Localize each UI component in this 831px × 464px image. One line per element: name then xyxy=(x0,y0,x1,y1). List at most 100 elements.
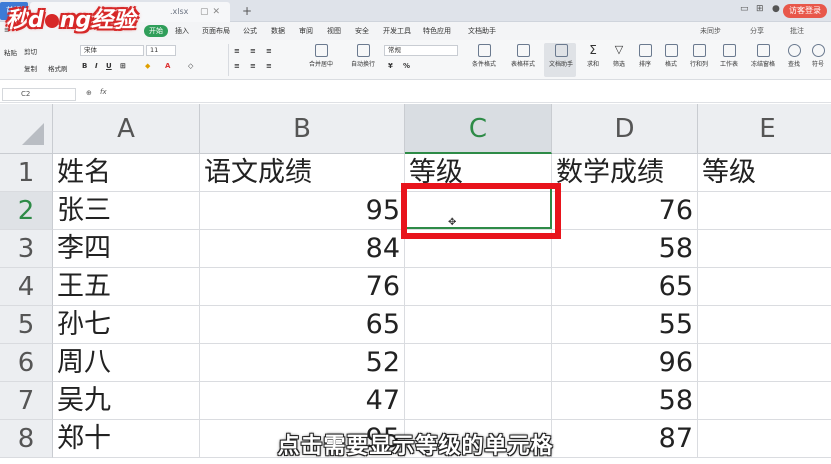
align-bottom-icon[interactable]: ≡ xyxy=(266,47,272,55)
wrap-text-button[interactable]: 自动换行 xyxy=(344,44,382,68)
menu-item-doc-helper[interactable]: 文档助手 xyxy=(468,26,496,36)
row-header-2[interactable]: 2 xyxy=(0,192,53,230)
cell-b1[interactable]: 语文成绩 xyxy=(200,154,405,192)
cell-e5[interactable] xyxy=(698,306,831,344)
freeze-panes-button[interactable]: 冻结窗格 xyxy=(746,44,780,68)
column-header-b[interactable]: B xyxy=(200,104,405,154)
cell-e4[interactable] xyxy=(698,268,831,306)
row-header-4[interactable]: 4 xyxy=(0,268,53,306)
clear-icon[interactable]: ◇ xyxy=(188,62,193,70)
cell-d6[interactable]: 96 xyxy=(552,344,698,382)
font-size-select[interactable]: 11 xyxy=(146,45,176,56)
column-header-c[interactable]: C xyxy=(405,104,552,154)
cell-c7[interactable] xyxy=(405,382,552,420)
cell-c4[interactable] xyxy=(405,268,552,306)
find-button[interactable]: 查找 xyxy=(782,44,806,68)
cell-e7[interactable] xyxy=(698,382,831,420)
menu-item-data[interactable]: 数据 xyxy=(271,26,285,36)
cell-b2[interactable]: 95 xyxy=(200,192,405,230)
layout-icon[interactable]: ▭ xyxy=(740,4,749,14)
fill-color-icon[interactable]: ◆ xyxy=(145,62,150,70)
cell-a2[interactable]: 张三 xyxy=(53,192,200,230)
align-top-icon[interactable]: ≡ xyxy=(234,47,240,55)
select-all-corner[interactable] xyxy=(0,104,53,154)
cell-a5[interactable]: 孙七 xyxy=(53,306,200,344)
cell-c6[interactable] xyxy=(405,344,552,382)
cell-b5[interactable]: 65 xyxy=(200,306,405,344)
cell-b3[interactable]: 84 xyxy=(200,230,405,268)
menu-item-security[interactable]: 安全 xyxy=(355,26,369,36)
copy-button[interactable]: 复制 xyxy=(24,63,37,73)
cell-e6[interactable] xyxy=(698,344,831,382)
table-style-button[interactable]: 表格样式 xyxy=(504,44,542,68)
cell-a7[interactable]: 吴九 xyxy=(53,382,200,420)
number-format-select[interactable]: 常规 xyxy=(384,45,458,56)
cell-d2[interactable]: 76 xyxy=(552,192,698,230)
share-button[interactable]: 分享 xyxy=(750,26,764,36)
cell-d7[interactable]: 58 xyxy=(552,382,698,420)
cell-a4[interactable]: 王五 xyxy=(53,268,200,306)
cell-a3[interactable]: 李四 xyxy=(53,230,200,268)
filter-button[interactable]: ▽ 筛选 xyxy=(606,44,632,69)
column-header-d[interactable]: D xyxy=(552,104,698,154)
zoom-icon[interactable]: ⊕ xyxy=(86,89,92,97)
menu-item-review[interactable]: 审阅 xyxy=(299,26,313,36)
format-button[interactable]: 格式 xyxy=(658,44,684,68)
cut-button[interactable]: 剪切 xyxy=(24,46,37,56)
cell-a6[interactable]: 周八 xyxy=(53,344,200,382)
cell-a1[interactable]: 姓名 xyxy=(53,154,200,192)
new-tab-button[interactable]: + xyxy=(240,2,254,20)
row-header-1[interactable]: 1 xyxy=(0,154,53,192)
cell-e3[interactable] xyxy=(698,230,831,268)
cell-d3[interactable]: 58 xyxy=(552,230,698,268)
cell-b6[interactable]: 52 xyxy=(200,344,405,382)
border-icon[interactable]: ⊞ xyxy=(120,62,126,70)
doc-helper-button[interactable]: 文档助手 xyxy=(546,44,576,68)
menu-item-special[interactable]: 特色应用 xyxy=(423,26,451,36)
row-header-5[interactable]: 5 xyxy=(0,306,53,344)
italic-button[interactable]: I xyxy=(95,62,98,70)
currency-icon[interactable]: ¥ xyxy=(388,62,393,70)
align-left-icon[interactable]: ≡ xyxy=(234,62,240,70)
cell-b4[interactable]: 76 xyxy=(200,268,405,306)
cell-e2[interactable] xyxy=(698,192,831,230)
row-header-3[interactable]: 3 xyxy=(0,230,53,268)
menu-item-view[interactable]: 视图 xyxy=(327,26,341,36)
align-right-icon[interactable]: ≡ xyxy=(266,62,272,70)
cell-b7[interactable]: 47 xyxy=(200,382,405,420)
worksheet-button[interactable]: 工作表 xyxy=(714,44,744,68)
underline-button[interactable]: U xyxy=(106,62,112,70)
menu-item-start[interactable]: 开始 xyxy=(144,25,168,37)
name-box[interactable]: C2 xyxy=(2,88,76,101)
sync-status[interactable]: 未同步 xyxy=(700,26,721,36)
cell-e1[interactable]: 等级 xyxy=(698,154,831,192)
row-col-button[interactable]: 行和列 xyxy=(684,44,714,68)
column-header-e[interactable]: E xyxy=(698,104,831,154)
align-center-icon[interactable]: ≡ xyxy=(250,62,256,70)
percent-icon[interactable]: % xyxy=(403,62,410,70)
login-button[interactable]: 访客登录 xyxy=(783,4,827,18)
font-name-select[interactable]: 宋体 xyxy=(80,45,144,56)
sort-button[interactable]: 排序 xyxy=(632,44,658,68)
cell-c5[interactable] xyxy=(405,306,552,344)
menu-item-developer[interactable]: 开发工具 xyxy=(383,26,411,36)
tab-icons[interactable]: ▢✕ xyxy=(200,2,224,22)
bold-button[interactable]: B xyxy=(82,62,87,70)
format-painter-button[interactable]: 格式刷 xyxy=(48,63,68,73)
conditional-format-button[interactable]: 条件格式 xyxy=(466,44,502,68)
menu-item-page-layout[interactable]: 页面布局 xyxy=(202,26,230,36)
user-avatar-icon[interactable]: ● xyxy=(772,4,780,14)
grid-icon[interactable]: ⊞ xyxy=(756,4,764,14)
column-header-a[interactable]: A xyxy=(53,104,200,154)
cell-d4[interactable]: 65 xyxy=(552,268,698,306)
merge-center-button[interactable]: 合并居中 xyxy=(302,44,340,68)
comment-button[interactable]: 批注 xyxy=(790,26,804,36)
fx-icon[interactable]: fx xyxy=(100,88,107,96)
menu-item-insert[interactable]: 插入 xyxy=(175,26,189,36)
symbol-button[interactable]: 符号 xyxy=(806,44,830,68)
paste-button[interactable]: 粘贴 xyxy=(4,47,17,57)
font-color-icon[interactable]: A xyxy=(165,62,170,70)
row-header-7[interactable]: 7 xyxy=(0,382,53,420)
align-middle-icon[interactable]: ≡ xyxy=(250,47,256,55)
cell-d5[interactable]: 55 xyxy=(552,306,698,344)
